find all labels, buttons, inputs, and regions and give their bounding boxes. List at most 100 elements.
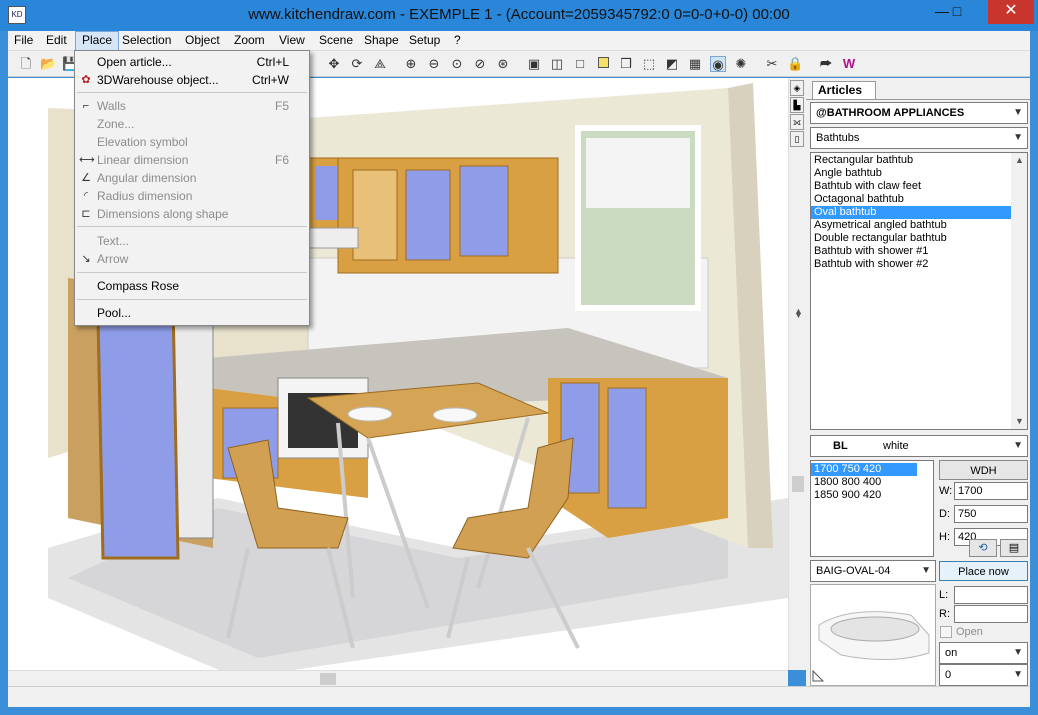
new-file-icon[interactable]: 🗋 bbox=[18, 56, 34, 72]
mirror-icon[interactable]: ⟁ bbox=[372, 56, 388, 72]
menu-item-shortcut: Ctrl+W bbox=[252, 73, 289, 87]
zoom-previous-icon[interactable]: ⊘ bbox=[472, 56, 488, 72]
export-icon[interactable]: ⮫ bbox=[818, 56, 834, 72]
menu-shape[interactable]: Shape bbox=[358, 31, 405, 51]
zoom-out-icon[interactable]: ⊖ bbox=[426, 56, 442, 72]
menu-scene[interactable]: Scene bbox=[313, 31, 359, 51]
list-item[interactable]: Bathtub with shower #2 bbox=[811, 258, 1027, 271]
title-bar[interactable]: KD www.kitchendraw.com - EXEMPLE 1 - (Ac… bbox=[0, 0, 1038, 31]
list-item-selected[interactable]: Oval bathtub bbox=[811, 206, 1011, 219]
zoom-window-icon[interactable]: ⊙ bbox=[449, 56, 465, 72]
menu-item-radius-dimension[interactable]: ◜ Radius dimension bbox=[75, 187, 309, 205]
tab-articles[interactable]: Articles bbox=[812, 81, 876, 99]
web-icon[interactable]: W bbox=[841, 56, 857, 72]
radius-dimension-icon: ◜ bbox=[83, 190, 89, 202]
menu-item-angular-dimension[interactable]: ∠ Angular dimension bbox=[75, 169, 309, 187]
tools-icon[interactable]: ✂ bbox=[764, 56, 780, 72]
side-tab-dimension-icon[interactable]: ⟗ bbox=[790, 114, 804, 130]
scroll-down-icon[interactable]: ▼ bbox=[1015, 416, 1024, 426]
vertical-scrollbar[interactable]: ▲ ▼ bbox=[788, 78, 806, 670]
list-item[interactable]: Rectangular bathtub bbox=[811, 154, 1027, 167]
camera-icon[interactable]: ◉ bbox=[710, 56, 726, 72]
color-icon[interactable] bbox=[595, 56, 611, 72]
right-field[interactable] bbox=[954, 605, 1028, 623]
box-icon[interactable]: ❒ bbox=[618, 56, 634, 72]
lock-icon[interactable]: 🔒 bbox=[787, 56, 803, 72]
menu-separator bbox=[77, 92, 307, 93]
menu-item-dimensions-along-shape[interactable]: ⊏ Dimensions along shape bbox=[75, 205, 309, 223]
horizontal-scrollbar[interactable] bbox=[8, 670, 788, 686]
close-button[interactable]: ✕ bbox=[988, 0, 1034, 24]
zoom-in-icon[interactable]: ⊕ bbox=[403, 56, 419, 72]
left-field[interactable] bbox=[954, 586, 1028, 604]
menu-item-compass-rose[interactable]: Compass Rose bbox=[75, 277, 309, 295]
finish-select[interactable]: BL white ▼ bbox=[810, 435, 1028, 457]
list-item[interactable]: Octagonal bathtub bbox=[811, 193, 1027, 206]
menu-view[interactable]: View bbox=[273, 31, 311, 51]
open-checkbox[interactable] bbox=[940, 626, 952, 638]
menu-item-linear-dimension[interactable]: ⟷ Linear dimension F6 bbox=[75, 151, 309, 169]
side-tab-layout-icon[interactable]: ▙ bbox=[790, 97, 804, 113]
size-row-selected[interactable]: 1700 750 420 bbox=[811, 463, 917, 476]
horizontal-scroll-thumb[interactable] bbox=[320, 673, 336, 685]
menu-item-arrow[interactable]: ↘ Arrow bbox=[75, 250, 309, 268]
side-tab-page-icon[interactable]: ▯ bbox=[790, 131, 804, 147]
menu-edit[interactable]: Edit bbox=[40, 31, 73, 51]
list-item[interactable]: Angle bathtub bbox=[811, 167, 1027, 180]
list-item[interactable]: Asymetrical angled bathtub bbox=[811, 219, 1027, 232]
hidden-line-icon[interactable]: □ bbox=[572, 56, 588, 72]
options-icon[interactable]: ▤ bbox=[1000, 539, 1028, 557]
menu-item-text[interactable]: Text... bbox=[75, 232, 309, 250]
menu-help[interactable]: ? bbox=[448, 31, 467, 51]
sizes-list[interactable]: 1700 750 420 1800 800 400 1850 900 420 bbox=[810, 460, 934, 557]
open-folder-icon[interactable]: 📂 bbox=[40, 56, 56, 72]
list-item[interactable]: Double rectangular bathtub bbox=[811, 232, 1027, 245]
chevron-down-icon: ▼ bbox=[1013, 647, 1023, 658]
depth-field[interactable]: 750 bbox=[954, 505, 1028, 523]
list-scrollbar[interactable]: ▲ ▼ bbox=[1011, 153, 1027, 429]
menu-item-label: Compass Rose bbox=[97, 279, 180, 293]
menu-place[interactable]: Place bbox=[75, 31, 120, 51]
solid-icon[interactable]: ◩ bbox=[664, 56, 680, 72]
refresh-icon[interactable]: ⟲ bbox=[969, 539, 997, 557]
menu-item-walls[interactable]: ⌐ Walls F5 bbox=[75, 97, 309, 115]
texture-icon[interactable]: ▦ bbox=[687, 56, 703, 72]
catalog-select[interactable]: @BATHROOM APPLIANCES ▼ bbox=[810, 102, 1028, 124]
menu-item-pool[interactable]: Pool... bbox=[75, 304, 309, 322]
menu-item-open-article[interactable]: Open article... Ctrl+L bbox=[75, 53, 309, 71]
maximize-button[interactable]: □ bbox=[942, 0, 972, 24]
scroll-up-icon[interactable]: ▲ bbox=[1015, 155, 1024, 165]
menu-selection[interactable]: Selection bbox=[116, 31, 177, 51]
wireframe-icon[interactable]: ◫ bbox=[549, 56, 565, 72]
zero-select[interactable]: 0 ▼ bbox=[939, 664, 1028, 686]
vertical-scroll-thumb[interactable] bbox=[792, 476, 804, 492]
wdh-button[interactable]: WDH bbox=[939, 460, 1028, 480]
scroll-down-icon[interactable]: ▼ bbox=[794, 310, 803, 320]
list-item[interactable]: Bathtub with claw feet bbox=[811, 180, 1027, 193]
linear-dimension-icon: ⟷ bbox=[79, 154, 95, 166]
move-icon[interactable]: ✥ bbox=[326, 56, 342, 72]
on-select[interactable]: on ▼ bbox=[939, 642, 1028, 664]
reference-select[interactable]: BAIG-OVAL-04 ▼ bbox=[810, 560, 936, 582]
place-now-button[interactable]: Place now bbox=[939, 561, 1028, 581]
zoom-all-icon[interactable]: ⊛ bbox=[495, 56, 511, 72]
size-row[interactable]: 1800 800 400 bbox=[811, 476, 933, 489]
menu-zoom[interactable]: Zoom bbox=[228, 31, 271, 51]
rotate-icon[interactable]: ⟳ bbox=[349, 56, 365, 72]
articles-list[interactable]: Rectangular bathtub Angle bathtub Bathtu… bbox=[810, 152, 1028, 430]
menu-separator bbox=[77, 299, 307, 300]
width-field[interactable]: 1700 bbox=[954, 482, 1028, 500]
cube-icon[interactable]: ⬚ bbox=[641, 56, 657, 72]
menu-item-3dwarehouse[interactable]: ✿ 3DWarehouse object... Ctrl+W bbox=[75, 71, 309, 89]
light-icon[interactable]: ✺ bbox=[733, 56, 749, 72]
list-item[interactable]: Bathtub with shower #1 bbox=[811, 245, 1027, 258]
menu-object[interactable]: Object bbox=[179, 31, 226, 51]
category-select[interactable]: Bathtubs ▼ bbox=[810, 127, 1028, 149]
side-tab-articles-icon[interactable]: ◈ bbox=[790, 80, 804, 96]
menu-file[interactable]: File bbox=[8, 31, 39, 51]
menu-setup[interactable]: Setup bbox=[403, 31, 446, 51]
render-icon[interactable]: ▣ bbox=[526, 56, 542, 72]
size-row[interactable]: 1850 900 420 bbox=[811, 489, 933, 502]
menu-item-zone[interactable]: Zone... bbox=[75, 115, 309, 133]
menu-item-elevation-symbol[interactable]: Elevation symbol bbox=[75, 133, 309, 151]
